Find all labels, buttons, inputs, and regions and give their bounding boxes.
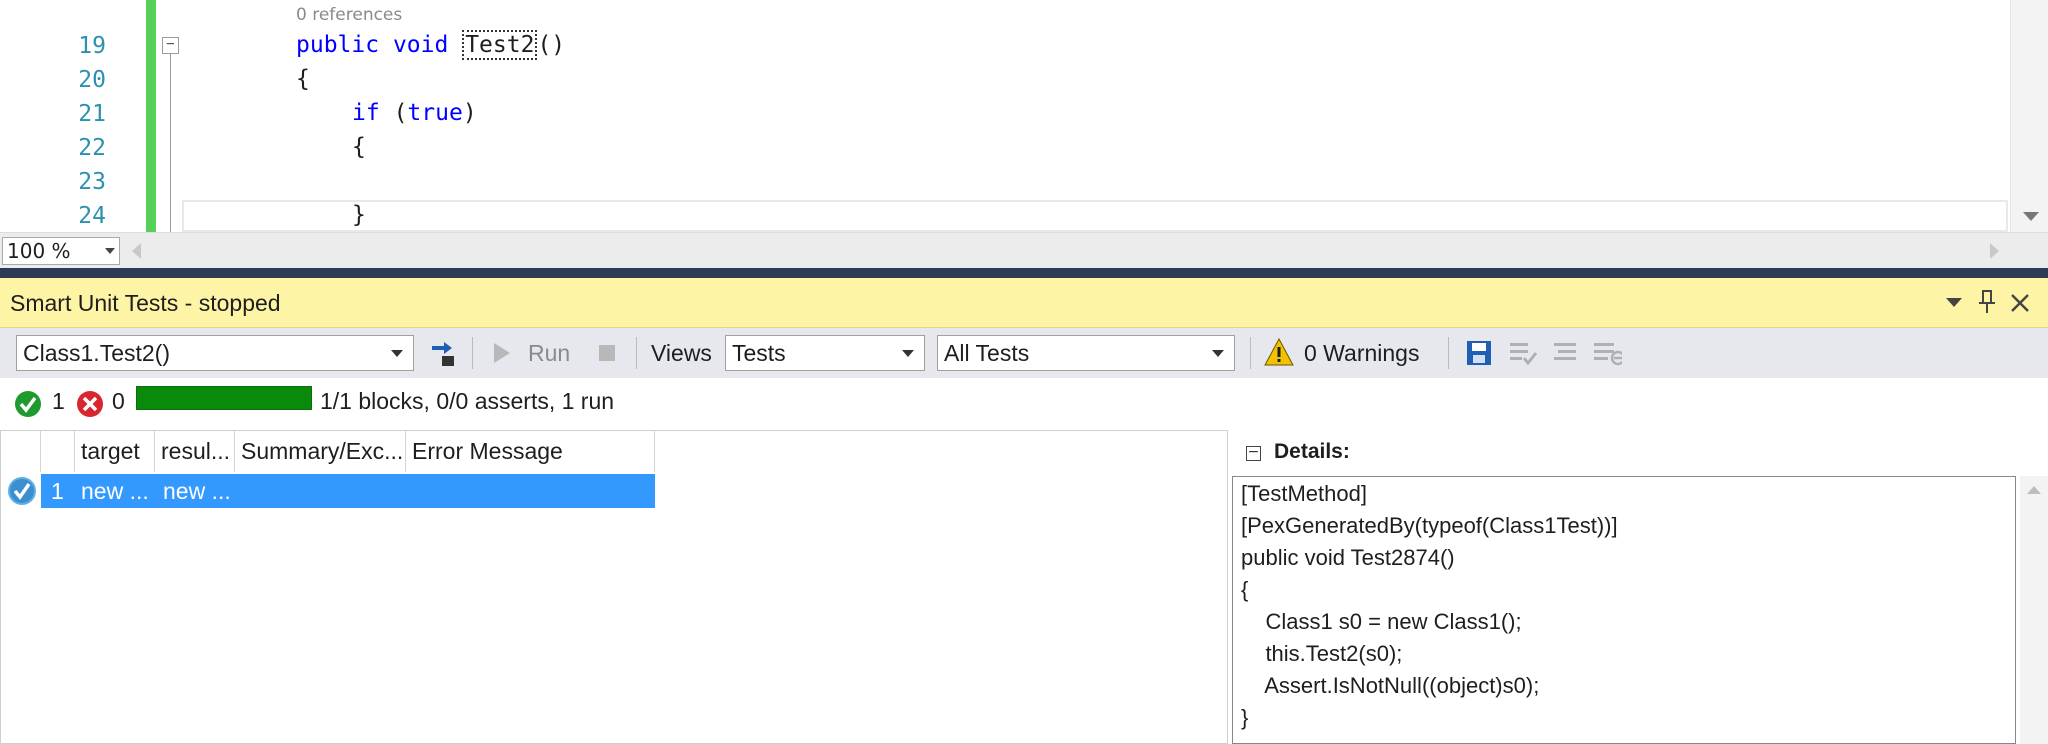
code-punct: ( (393, 100, 408, 126)
chevron-down-icon[interactable] (391, 350, 403, 357)
details-code-line: this.Test2(s0); (1241, 641, 1403, 666)
editor-vertical-scrollbar[interactable] (2010, 0, 2048, 232)
line-number-gutter: 19 20 21 22 23 24 (0, 0, 146, 232)
scroll-right-icon[interactable] (1990, 243, 1999, 259)
exploration-summary: 1/1 blocks, 0/0 asserts, 1 run (320, 388, 615, 414)
scroll-down-icon[interactable] (2023, 212, 2039, 221)
details-code-line: } (1241, 705, 1249, 730)
details-code-line: { (1241, 577, 1249, 602)
run-button[interactable]: Run (528, 340, 570, 367)
grid-header-status (1, 431, 41, 472)
code-punct: ) (462, 100, 477, 126)
codelens-references[interactable]: 0 references (296, 5, 402, 25)
views-combo[interactable]: Tests (725, 335, 925, 371)
toolbar-separator (472, 337, 473, 369)
zoom-combo[interactable]: 100 % (2, 237, 120, 265)
editor-bottom-bar: 100 % (0, 232, 2048, 268)
column-header-result[interactable]: resul... (155, 431, 235, 472)
current-line-highlight (182, 200, 2008, 232)
code-editor[interactable]: 19 20 21 22 23 24 − 0 references public … (0, 0, 2048, 268)
chevron-down-icon[interactable] (105, 248, 115, 254)
details-vertical-scrollbar[interactable] (2020, 476, 2048, 744)
warning-icon[interactable] (1264, 338, 1294, 368)
row-target: new ... (81, 478, 149, 504)
warnings-button[interactable]: 0 Warnings (1304, 340, 1419, 367)
allow-list-icon[interactable] (1508, 340, 1538, 370)
details-code-line: [TestMethod] (1241, 481, 1367, 506)
collapse-details-icon[interactable]: − (1246, 445, 1261, 461)
method-selector-value: Class1.Test2() (23, 340, 170, 366)
details-code-line: [PexGeneratedBy(typeof(Class1Test))] (1241, 513, 1618, 538)
line-number: 19 (78, 33, 106, 59)
results-grid[interactable]: target resul... Summary/Exc... Error Mes… (0, 430, 1228, 744)
code-line-24: } (352, 202, 366, 228)
scroll-up-icon[interactable] (2027, 486, 2041, 495)
views-label: Views (651, 340, 712, 366)
close-icon[interactable] (2010, 293, 2030, 313)
code-line-19: public void Test2() (296, 30, 566, 60)
details-code-line: Class1 s0 = new Class1(); (1241, 609, 1522, 634)
scroll-left-icon[interactable] (132, 243, 141, 259)
method-identifier[interactable]: Test2 (462, 30, 538, 60)
filter-value: All Tests (944, 340, 1030, 366)
row-result: new ... (163, 478, 231, 504)
exploration-progress-bar (136, 386, 312, 410)
grid-header-index (41, 431, 75, 472)
test-passed-icon (8, 477, 36, 505)
row-index: 1 (51, 478, 64, 504)
collapse-region-icon[interactable]: − (162, 37, 179, 54)
chevron-down-icon[interactable] (902, 350, 914, 357)
column-header-summary[interactable]: Summary/Exc... (235, 431, 406, 472)
chevron-down-icon[interactable] (1212, 350, 1224, 357)
keyword: true (407, 100, 463, 126)
play-icon[interactable] (492, 341, 522, 371)
code-line-22: { (352, 134, 366, 160)
ignore-list-icon[interactable] (1592, 340, 1622, 370)
passed-count: 1 (52, 388, 65, 414)
passed-check-icon (15, 391, 41, 417)
details-code-line: Assert.IsNotNull((object)s0); (1241, 673, 1540, 698)
details-code-line: public void Test2874() (1241, 545, 1455, 570)
details-pane: − Details: [TestMethod] [PexGeneratedBy(… (1228, 430, 2048, 744)
fix-list-icon[interactable] (1550, 340, 1580, 370)
pin-icon[interactable] (1978, 290, 1996, 314)
keyword: void (392, 32, 449, 58)
code-punct: () (537, 32, 566, 58)
line-number: 24 (78, 203, 106, 229)
details-code-view[interactable]: [TestMethod] [PexGeneratedBy(typeof(Clas… (1232, 476, 2016, 744)
views-value: Tests (732, 340, 786, 366)
line-number: 21 (78, 101, 106, 127)
zoom-value: 100 % (7, 239, 71, 263)
table-row[interactable]: 1 new ... new ... (41, 474, 655, 508)
tool-window-title: Smart Unit Tests - stopped (10, 290, 281, 316)
toolbar-separator (1250, 337, 1251, 369)
stop-icon[interactable] (598, 344, 628, 374)
code-line-21: if (true) (352, 100, 477, 126)
progress-fill (137, 387, 311, 409)
window-splitter[interactable] (0, 268, 2048, 278)
keyword: if (352, 100, 380, 126)
tool-window-title-bar[interactable]: Smart Unit Tests - stopped (0, 278, 2048, 328)
line-number: 23 (78, 169, 106, 195)
failed-x-icon (77, 391, 103, 417)
window-menu-chevron-icon[interactable] (1946, 298, 1962, 308)
smart-unit-tests-toolbar: Class1.Test2() Run Views Tests All Tests… (0, 328, 2048, 378)
outlining-line (170, 54, 171, 232)
keyword: public (296, 32, 380, 58)
goto-method-icon[interactable] (428, 338, 458, 368)
details-heading: Details: (1274, 440, 1350, 463)
method-selector-combo[interactable]: Class1.Test2() (16, 335, 414, 371)
failed-count: 0 (112, 388, 125, 414)
column-header-error-message[interactable]: Error Message (406, 431, 655, 472)
toolbar-separator (636, 337, 637, 369)
toolbar-separator (1448, 337, 1449, 369)
line-number: 22 (78, 135, 106, 161)
column-header-target[interactable]: target (75, 431, 155, 472)
line-number: 20 (78, 67, 106, 93)
code-text-area[interactable]: 0 references public void Test2() { if (t… (182, 0, 2010, 232)
code-line-20: { (296, 66, 310, 92)
change-tracking-bar (146, 0, 156, 232)
filter-combo[interactable]: All Tests (937, 335, 1235, 371)
save-icon[interactable] (1466, 340, 1496, 370)
